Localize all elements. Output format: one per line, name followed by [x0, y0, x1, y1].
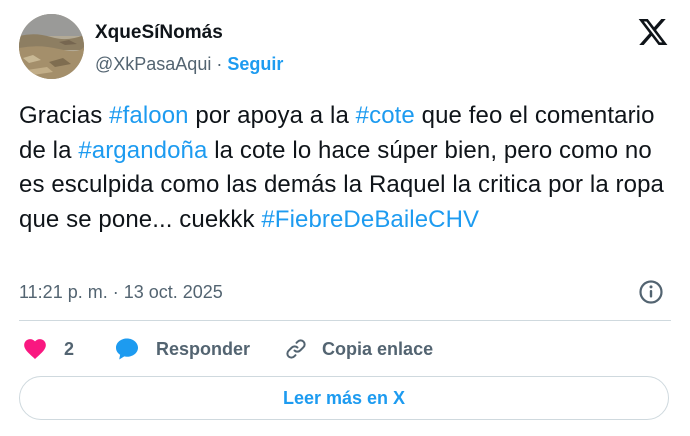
hashtag-link[interactable]: #faloon [109, 102, 188, 129]
separator-dot: · [216, 54, 223, 74]
reply-button[interactable]: Responder [114, 336, 250, 362]
author-handle[interactable]: @XkPasaAqui [95, 54, 211, 75]
speech-bubble-icon [116, 338, 139, 360]
hashtag-link[interactable]: #cote [356, 102, 415, 129]
author-name[interactable]: XqueSíNomás [95, 22, 223, 44]
avatar-image [19, 14, 84, 79]
divider [19, 320, 671, 321]
like-button[interactable]: 2 [22, 336, 74, 362]
copy-link-label: Copia enlace [322, 338, 434, 359]
post-timestamp[interactable]: 11:21 p. m. · 13 oct. 2025 [19, 282, 223, 303]
read-more-button[interactable]: Leer más en X [19, 376, 669, 420]
follow-button[interactable]: Seguir [227, 54, 283, 75]
x-logo-icon[interactable] [636, 16, 670, 48]
post-text: Gracias #faloon por apoya a la #cote que… [19, 99, 669, 237]
text-segment: Gracias [19, 102, 110, 129]
author-handle-row: @XkPasaAqui · Seguir [95, 54, 283, 75]
like-count: 2 [64, 338, 75, 359]
link-icon [286, 339, 306, 359]
heart-icon [24, 339, 46, 359]
reply-label: Responder [156, 338, 251, 359]
avatar[interactable] [19, 14, 84, 79]
hashtag-link[interactable]: #argandoña [78, 137, 207, 164]
info-icon[interactable] [638, 279, 664, 305]
embedded-post-card: XqueSíNomás @XkPasaAqui · Seguir Gracias… [0, 0, 690, 436]
read-more-label: Leer más en X [282, 387, 406, 408]
action-bar: 2 Responder Copia enlace [22, 334, 433, 364]
hashtag-link[interactable]: #FiebreDeBaileCHV [261, 206, 479, 233]
copy-link-button[interactable]: Copia enlace [284, 337, 433, 361]
text-segment: por apoya a la [188, 102, 356, 129]
